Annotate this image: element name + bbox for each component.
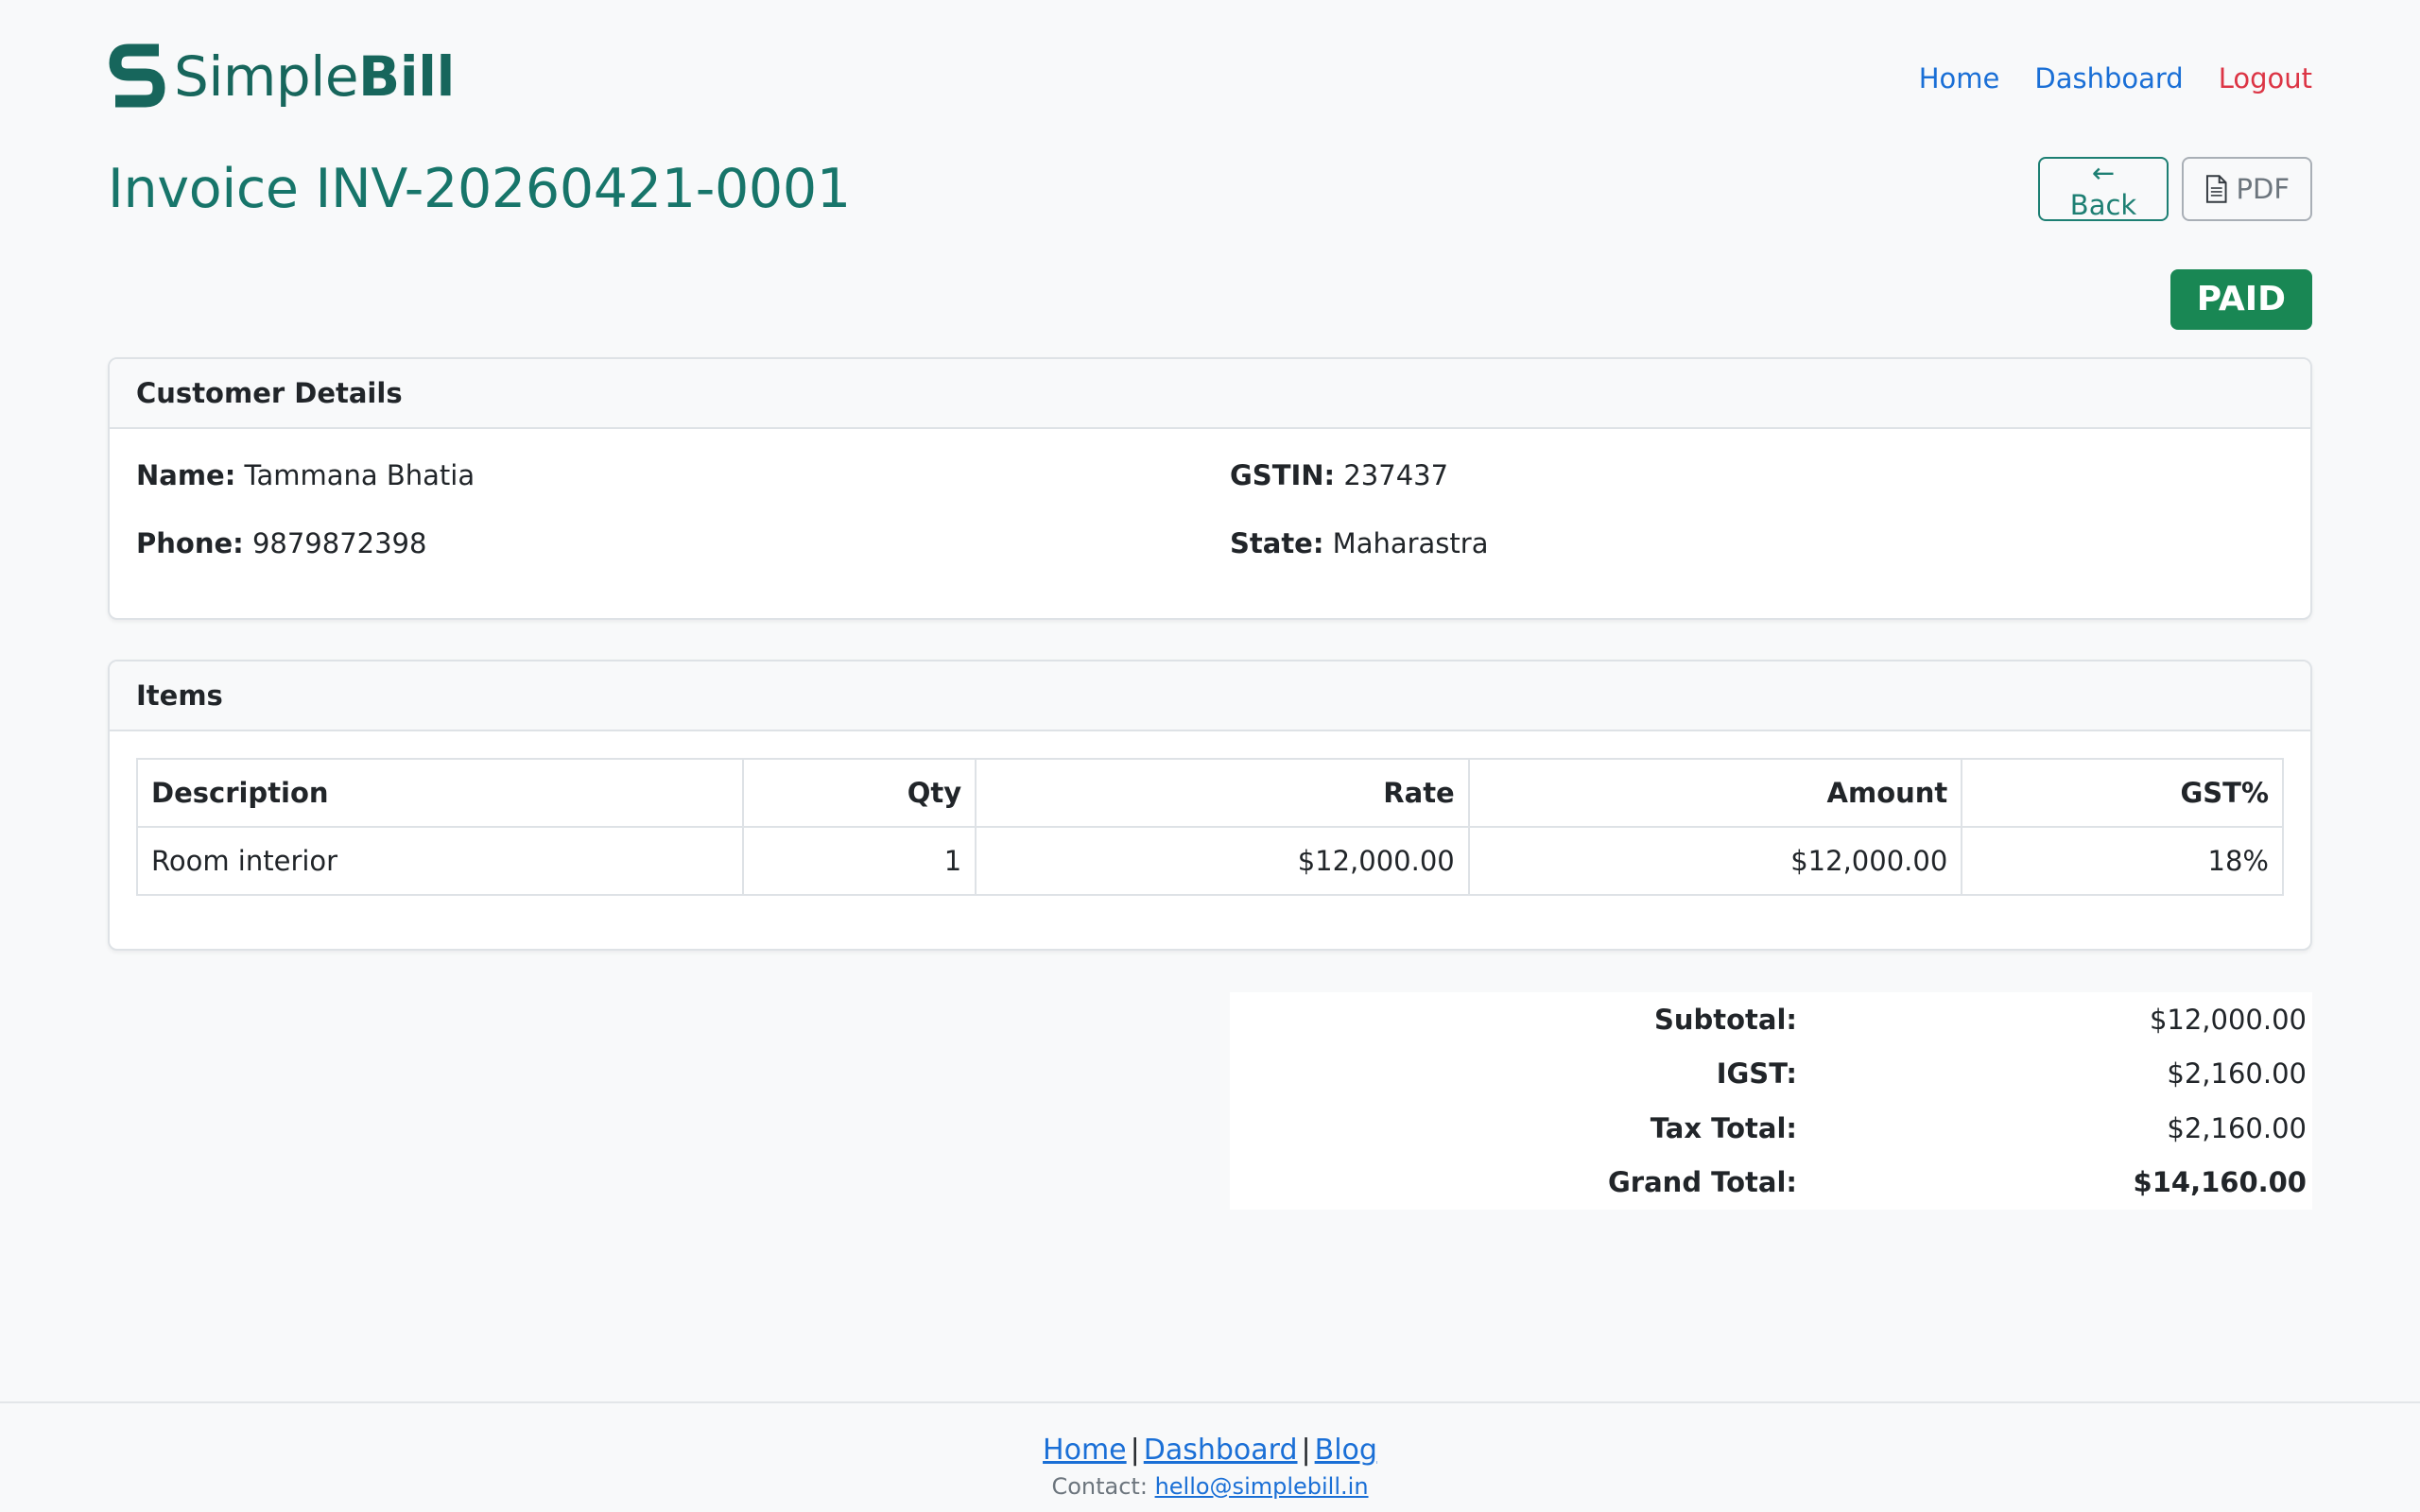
- footer-dashboard-link[interactable]: Dashboard: [1144, 1434, 1298, 1467]
- footer-links: Home | Dashboard | Blog: [0, 1432, 2420, 1469]
- document-icon: [2205, 175, 2227, 203]
- action-buttons: ← Back PDF: [2038, 157, 2312, 221]
- page-title: Invoice INV-20260421-0001: [108, 158, 851, 220]
- customer-phone-label: Phone:: [136, 527, 244, 559]
- footer-contact-email-link[interactable]: hello@simplebill.in: [1155, 1473, 1369, 1500]
- customer-state-field: State: Maharastra: [1230, 525, 2284, 561]
- item-amount: $12,000.00: [1467, 826, 1963, 896]
- items-header-row: Description Qty Rate Amount GST%: [135, 758, 2284, 828]
- nav-home-link[interactable]: Home: [1919, 62, 2000, 94]
- pdf-button[interactable]: PDF: [2182, 157, 2312, 221]
- item-qty: 1: [742, 826, 977, 896]
- tax-total-value: $2,160.00: [2167, 1111, 2307, 1144]
- totals-panel: Subtotal: $12,000.00 IGST: $2,160.00 Tax…: [1230, 992, 2312, 1210]
- pdf-button-label: PDF: [2236, 173, 2290, 205]
- customer-gstin-field: GSTIN: 237437: [1230, 457, 2284, 493]
- subtotal-row: Subtotal: $12,000.00: [1230, 992, 2312, 1047]
- tax-total-label: Tax Total:: [1650, 1111, 1797, 1144]
- grand-total-value: $14,160.00: [2133, 1166, 2307, 1199]
- item-gst: 18%: [1961, 826, 2284, 896]
- tax-total-row: Tax Total: $2,160.00: [1230, 1101, 2312, 1156]
- invoice-page: SimpleBill Home Dashboard Logout Invoice…: [0, 0, 2420, 1512]
- igst-value: $2,160.00: [2167, 1057, 2307, 1091]
- customer-name-label: Name:: [136, 459, 236, 491]
- footer-separator: |: [1301, 1434, 1311, 1467]
- footer: Home | Dashboard | Blog Contact: hello@simpl…: [0, 1401, 2420, 1512]
- s-logo-icon: [109, 43, 165, 108]
- column-header-gst: GST%: [1961, 758, 2284, 828]
- back-button-label: ← Back: [2069, 157, 2137, 221]
- igst-label: IGST:: [1716, 1057, 1797, 1091]
- customer-gstin-label: GSTIN:: [1230, 459, 1336, 491]
- brand-name: SimpleBill: [174, 44, 455, 109]
- column-header-rate: Rate: [975, 758, 1470, 828]
- customer-details-header: Customer Details: [110, 359, 2310, 429]
- items-table: Description Qty Rate Amount GST% Room in…: [135, 758, 2284, 896]
- customer-phone-value: 9879872398: [251, 527, 427, 559]
- nav-links: Home Dashboard Logout: [1919, 62, 2312, 94]
- back-button[interactable]: ← Back: [2038, 157, 2169, 221]
- table-row: Room interior 1 $12,000.00 $12,000.00 18…: [135, 826, 2284, 896]
- footer-contact-label: Contact:: [1051, 1473, 1148, 1500]
- footer-home-link[interactable]: Home: [1043, 1434, 1127, 1467]
- column-header-amount: Amount: [1467, 758, 1963, 828]
- column-header-description: Description: [135, 758, 745, 828]
- customer-state-label: State:: [1230, 527, 1324, 559]
- navbar: SimpleBill Home Dashboard Logout: [108, 34, 2312, 119]
- items-card: Items Description Qty Rate Amount GST% R…: [108, 660, 2312, 951]
- customer-details-card: Customer Details Name: Tammana Bhatia GS…: [108, 357, 2312, 620]
- customer-phone-field: Phone: 9879872398: [136, 525, 1230, 561]
- grand-total-label: Grand Total:: [1608, 1166, 1797, 1199]
- totals-table: Subtotal: $12,000.00 IGST: $2,160.00 Tax…: [1230, 992, 2312, 1210]
- customer-details-body: Name: Tammana Bhatia GSTIN: 237437 Phone…: [110, 429, 2310, 561]
- column-header-qty: Qty: [742, 758, 977, 828]
- nav-dashboard-link[interactable]: Dashboard: [2034, 62, 2183, 94]
- footer-separator: |: [1130, 1434, 1140, 1467]
- items-body: Description Qty Rate Amount GST% Room in…: [110, 731, 2310, 922]
- items-header: Items: [110, 662, 2310, 731]
- subtotal-label: Subtotal:: [1653, 1003, 1797, 1036]
- customer-name-field: Name: Tammana Bhatia: [136, 457, 1230, 493]
- item-description: Room interior: [135, 826, 745, 896]
- footer-blog-link[interactable]: Blog: [1315, 1434, 1377, 1467]
- customer-state-value: Maharastra: [1332, 527, 1489, 559]
- subtotal-value: $12,000.00: [2149, 1003, 2307, 1036]
- status-badge: PAID: [2169, 269, 2312, 330]
- title-row: Invoice INV-20260421-0001 ← Back PDF: [108, 151, 2312, 227]
- nav-logout-link[interactable]: Logout: [2219, 62, 2312, 94]
- customer-name-value: Tammana Bhatia: [244, 459, 475, 491]
- item-rate: $12,000.00: [975, 826, 1470, 896]
- customer-gstin-value: 237437: [1343, 459, 1449, 491]
- brand-link[interactable]: SimpleBill: [108, 41, 455, 112]
- grand-total-row: Grand Total: $14,160.00: [1230, 1156, 2312, 1211]
- footer-contact: Contact: hello@simplebill.in: [0, 1473, 2420, 1500]
- igst-row: IGST: $2,160.00: [1230, 1047, 2312, 1102]
